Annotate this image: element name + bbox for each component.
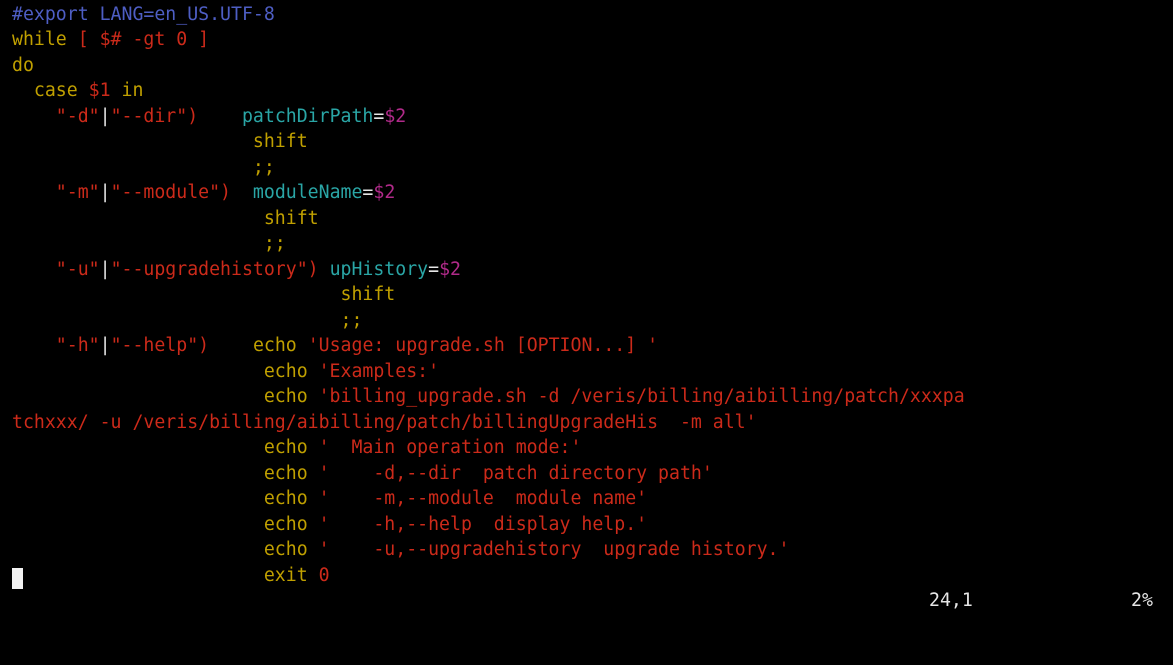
code-token: #export LANG=en_US.UTF-8: [12, 3, 275, 25]
code-token: "--upgradehistory"): [110, 258, 319, 280]
code-token: =: [373, 105, 385, 127]
code-token: in: [110, 80, 144, 101]
code-token: exit: [12, 564, 319, 586]
code-token: ;;: [12, 309, 363, 331]
code-token: "-d": [12, 105, 100, 127]
code-token: echo: [12, 437, 308, 458]
code-token: 0: [318, 564, 330, 586]
code-token: do: [12, 54, 34, 76]
code-line[interactable]: "-d"|"--dir") patchDirPath=$2: [12, 104, 1173, 130]
code-token: 'Examples:': [307, 360, 440, 382]
code-token: $#: [99, 29, 122, 50]
code-token: |: [99, 105, 111, 127]
code-token: echo: [12, 488, 308, 509]
code-token: patchDirPath: [241, 105, 374, 127]
code-token: echo: [12, 360, 308, 382]
code-token: echo: [12, 386, 308, 407]
code-token: "-m": [12, 182, 100, 203]
code-token: shift: [12, 131, 308, 152]
code-line[interactable]: echo 'billing_upgrade.sh -d /veris/billi…: [12, 384, 1173, 410]
code-line[interactable]: echo ' -h,--help display help.': [12, 512, 1173, 538]
code-token: echo: [252, 335, 297, 356]
text-cursor: [12, 568, 23, 589]
editor-text-area[interactable]: #export LANG=en_US.UTF-8 while [ $# -gt 0…: [12, 2, 1173, 589]
cursor-position: 24,1: [929, 590, 973, 611]
code-line[interactable]: while [ $# -gt 0 ]: [12, 27, 1173, 53]
status-bar: 24,1 2%: [0, 588, 1173, 614]
code-token: shift: [12, 284, 396, 305]
code-token: ' -h,--help display help.': [307, 513, 648, 535]
code-line[interactable]: shift: [12, 129, 1173, 155]
code-line[interactable]: ;;: [12, 308, 1173, 334]
code-token: [: [66, 29, 100, 50]
code-line[interactable]: shift: [12, 206, 1173, 232]
code-token: "-h": [12, 335, 100, 356]
code-line[interactable]: tchxxx/ -u /veris/billing/aibilling/patc…: [12, 410, 1173, 436]
code-line[interactable]: echo ' -u,--upgradehistory upgrade histo…: [12, 537, 1173, 563]
code-token: ' -m,--module module name': [307, 488, 648, 509]
code-line[interactable]: ;;: [12, 231, 1173, 257]
code-token: =: [362, 182, 374, 203]
code-token: case: [12, 80, 89, 101]
code-token: 'Usage: upgrade.sh [OPTION...] ': [296, 335, 659, 356]
code-token: "-u": [12, 258, 100, 280]
code-token: "--help"): [110, 335, 210, 356]
code-token: echo: [12, 462, 308, 484]
code-token: "--dir"): [110, 105, 199, 127]
code-line[interactable]: ;;: [12, 155, 1173, 181]
code-token: |: [99, 335, 111, 356]
code-line[interactable]: "-m"|"--module") moduleName=$2: [12, 180, 1173, 206]
code-token: ;;: [12, 156, 275, 178]
code-token: $1: [88, 80, 111, 101]
code-line[interactable]: echo ' -d,--dir patch directory path': [12, 461, 1173, 487]
code-token: =: [428, 258, 440, 280]
code-token: ' -u,--upgradehistory upgrade history.': [307, 539, 790, 560]
code-token: echo: [12, 539, 308, 560]
code-token: -gt: [121, 29, 177, 50]
code-token: moduleName: [252, 182, 363, 203]
code-token: while: [12, 29, 67, 50]
code-token: |: [99, 258, 111, 280]
code-token: |: [99, 182, 111, 203]
code-token: ]: [187, 29, 210, 50]
code-token: $2: [439, 258, 461, 280]
code-token: $2: [373, 182, 396, 203]
code-token: echo: [12, 513, 308, 535]
code-token: ' -d,--dir patch directory path': [307, 462, 713, 484]
code-line[interactable]: exit 0: [12, 563, 1173, 589]
code-token: tchxxx/ -u /veris/billing/aibilling/patc…: [12, 411, 757, 433]
code-line[interactable]: "-h"|"--help") echo 'Usage: upgrade.sh […: [12, 333, 1173, 359]
code-token: $2: [384, 105, 407, 127]
code-line[interactable]: echo ' Main operation mode:': [12, 435, 1173, 461]
code-token: shift: [12, 207, 319, 229]
code-line[interactable]: echo ' -m,--module module name': [12, 486, 1173, 512]
code-token: 'billing_upgrade.sh -d /veris/billing/ai…: [307, 386, 965, 407]
scroll-percent: 2%: [1131, 590, 1153, 611]
code-token: ;;: [12, 233, 286, 254]
code-line[interactable]: do: [12, 53, 1173, 79]
code-token: "--module"): [110, 182, 232, 203]
code-token: upHistory: [329, 258, 429, 280]
code-line[interactable]: #export LANG=en_US.UTF-8: [12, 2, 1173, 28]
code-token: ' Main operation mode:': [307, 437, 582, 458]
code-line[interactable]: "-u"|"--upgradehistory") upHistory=$2: [12, 257, 1173, 283]
code-line[interactable]: shift: [12, 282, 1173, 308]
code-token: 0: [176, 29, 188, 50]
code-line[interactable]: echo 'Examples:': [12, 359, 1173, 385]
code-line[interactable]: case $1 in: [12, 78, 1173, 104]
